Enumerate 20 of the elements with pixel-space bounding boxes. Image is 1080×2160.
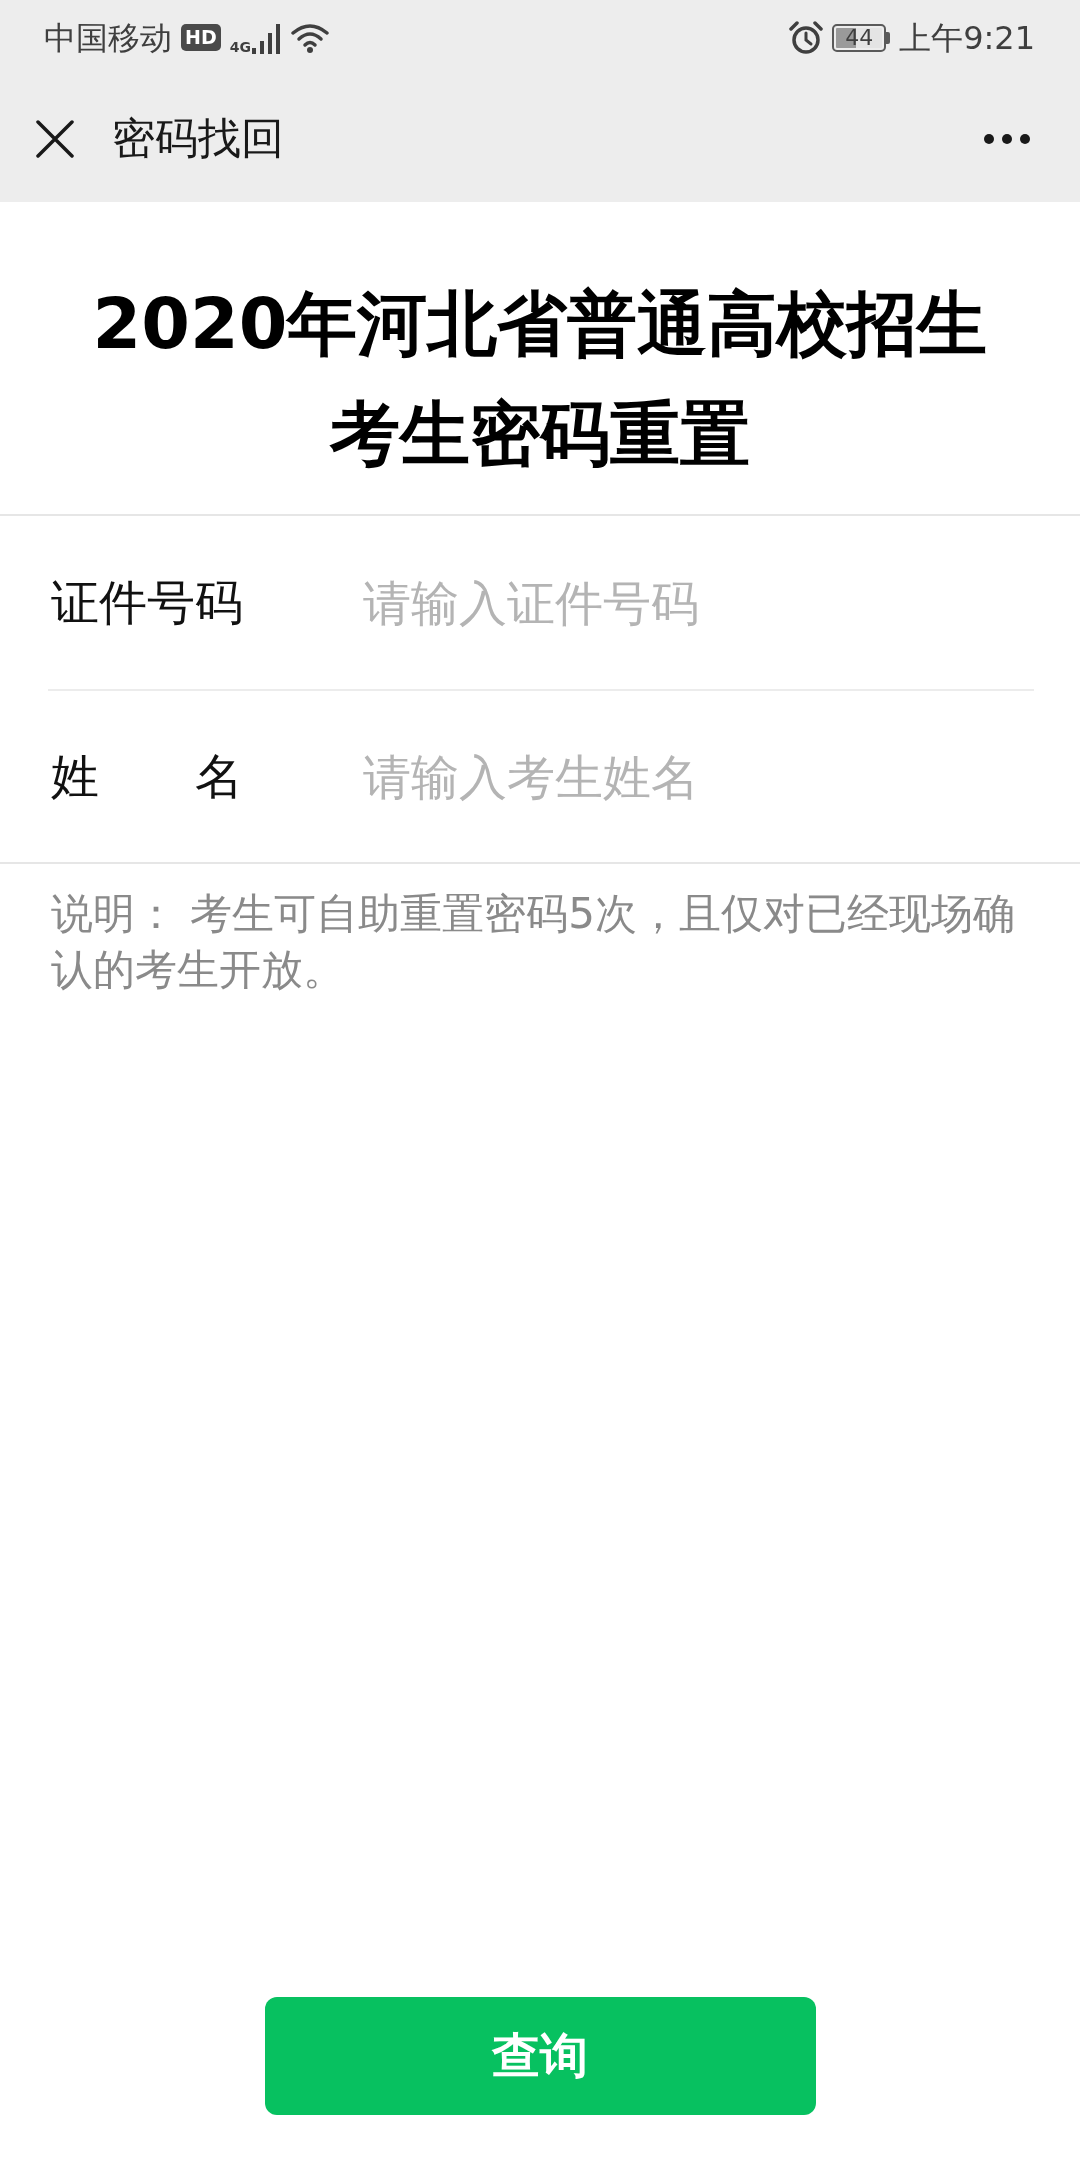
close-button[interactable]	[36, 119, 74, 158]
close-icon	[36, 119, 74, 158]
text-input-field[interactable]: 请输入证件号码	[363, 574, 1034, 631]
text-input-field[interactable]: 请输入考生姓名	[363, 748, 1034, 805]
field-label: 证件号码	[51, 572, 243, 632]
hd-badge: HD	[181, 24, 221, 51]
status-time: 上午9:21	[899, 21, 1035, 54]
battery-indicator: 44	[832, 23, 891, 52]
query-button[interactable]: 查询	[264, 1997, 816, 2115]
more-button[interactable]	[984, 133, 1030, 144]
carrier-name: 中国移动	[44, 21, 172, 54]
nav-title: 密码找回	[112, 111, 285, 165]
alarm-clock-icon	[789, 20, 824, 55]
signal-icon	[251, 21, 282, 54]
more-icon	[984, 133, 1030, 144]
instructions-note: 说明： 考生可自助重置密码5次，且仅对已经现场确认的考生开放。	[50, 888, 1017, 996]
page-heading: 2020年河北省普通高校招生 考生密码重置	[0, 202, 1080, 516]
wifi-icon	[290, 22, 329, 53]
network-type-label: 4G	[229, 39, 251, 54]
field-label: 姓 名	[51, 746, 243, 806]
